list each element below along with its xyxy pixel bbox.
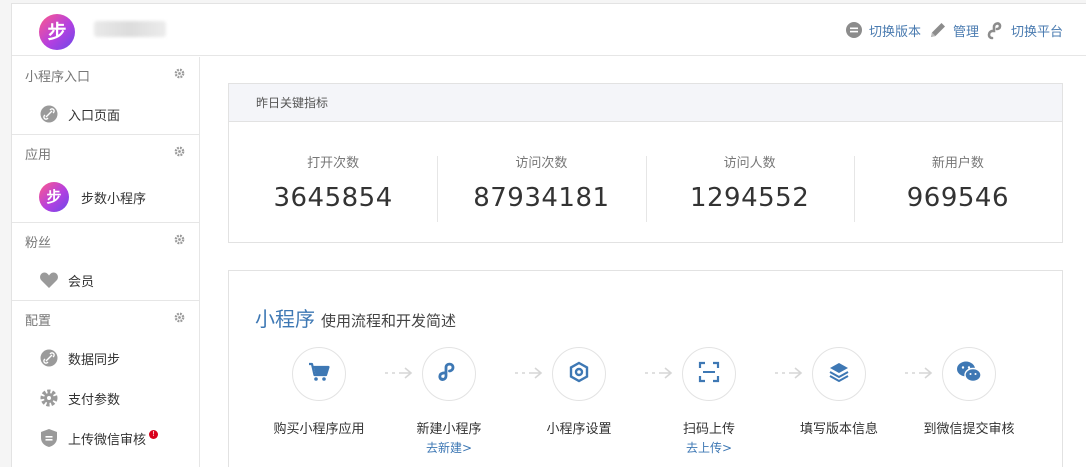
pencil-icon <box>927 19 949 41</box>
switch-version-label: 切换版本 <box>868 24 921 40</box>
metric-visitor-count: 访问人数 1294552 <box>645 152 854 222</box>
sidebar-item-label: 支付参数 <box>68 392 121 408</box>
gear-icon[interactable] <box>174 68 185 83</box>
step-submit-wechat-review[interactable]: 到微信提交审核 <box>909 347 1029 437</box>
sidebar-group-entry: 小程序入口 入口页面 <box>12 57 199 135</box>
layers-icon <box>827 360 851 388</box>
usage-flow-card: 小程序 使用流程和开发简述 购买小程序应用 新建小程序 去新建> 小程序设置 扫… <box>228 270 1063 467</box>
shield-icon <box>39 428 59 448</box>
metrics-row: 打开次数 3645854 访问次数 87934181 访问人数 1294552 … <box>229 122 1062 242</box>
sidebar-item-entry-page[interactable]: 入口页面 <box>12 94 199 134</box>
account-logo[interactable]: 步 <box>39 14 75 50</box>
link-icon <box>39 348 59 368</box>
sidebar-item-payment-params[interactable]: 支付参数 <box>12 378 199 418</box>
switch-platform-label: 切换平台 <box>1010 24 1063 40</box>
sidebar-item-members[interactable]: 会员 <box>12 260 199 300</box>
step-mini-program-settings[interactable]: 小程序设置 <box>519 347 639 437</box>
cart-icon <box>308 362 330 386</box>
step-buy-app[interactable]: 购买小程序应用 <box>259 347 379 437</box>
metric-open-count: 打开次数 3645854 <box>229 152 437 213</box>
metric-label: 访问次数 <box>515 155 568 171</box>
step-name: 新建小程序 <box>416 422 482 437</box>
metric-new-users: 新用户数 969546 <box>853 152 1062 222</box>
sidebar-group-config: 配置 数据同步 支付参数 上传微信审核 ! <box>12 301 199 458</box>
sidebar-group-header: 应用 <box>12 135 199 172</box>
gear-icon <box>39 388 59 408</box>
sidebar-item-steps-app[interactable]: 步 步数小程序 <box>12 172 199 222</box>
flow-title-sub: 使用流程和开发简述 <box>321 312 457 330</box>
app-window: 步 切换版本 管理 切换平台 小程序入口 入口页面 应用 步 步数小程序 粉丝 … <box>11 3 1086 467</box>
link-icon <box>985 19 1007 41</box>
switch-platform-button[interactable]: 切换平台 <box>985 19 1063 41</box>
flow-title-main: 小程序 <box>255 307 315 331</box>
heart-icon <box>39 270 59 290</box>
link-icon <box>39 104 59 124</box>
metric-label: 访问人数 <box>723 155 776 171</box>
gear-icon[interactable] <box>174 146 185 161</box>
step-icon-circle <box>552 347 606 401</box>
metric-value: 3645854 <box>273 182 393 213</box>
sidebar-item-upload-review[interactable]: 上传微信审核 ! <box>12 418 199 458</box>
step-name: 扫码上传 <box>682 422 735 437</box>
step-scan-upload[interactable]: 扫码上传 去上传> <box>649 347 769 456</box>
metric-label: 新用户数 <box>931 155 984 171</box>
manage-label: 管理 <box>952 24 979 40</box>
app-logo: 步 <box>39 182 69 212</box>
step-name: 填写版本信息 <box>799 422 878 437</box>
sidebar-item-label: 步数小程序 <box>81 191 147 207</box>
metric-value: 969546 <box>906 182 1009 213</box>
step-icon-circle <box>812 347 866 401</box>
step-icon-circle <box>942 347 996 401</box>
sidebar-group-header: 配置 <box>12 301 199 338</box>
step-name: 小程序设置 <box>546 422 612 437</box>
step-icon-circle <box>422 347 476 401</box>
top-header: 步 切换版本 管理 切换平台 <box>12 4 1086 56</box>
key-metrics-card: 昨日关键指标 打开次数 3645854 访问次数 87934181 访问人数 1… <box>228 83 1063 243</box>
sidebar-item-label: 数据同步 <box>68 352 121 368</box>
gear-icon[interactable] <box>174 312 185 327</box>
account-name-blurred <box>94 21 166 37</box>
sidebar-group-apps: 应用 步 步数小程序 <box>12 135 199 223</box>
sidebar-group-title: 应用 <box>25 148 52 163</box>
alert-badge: ! <box>149 429 159 439</box>
sidebar-group-header: 小程序入口 <box>12 57 199 94</box>
step-new-mini-program[interactable]: 新建小程序 去新建> <box>389 347 509 456</box>
step-version-info[interactable]: 填写版本信息 <box>779 347 899 437</box>
sidebar-item-label: 入口页面 <box>68 108 121 124</box>
mini-program-icon <box>437 360 461 388</box>
metric-value: 87934181 <box>473 182 610 213</box>
metric-visit-count: 访问次数 87934181 <box>437 152 645 222</box>
gear-icon[interactable] <box>174 234 185 249</box>
scan-icon <box>697 360 721 388</box>
sidebar-group-title: 配置 <box>25 314 52 329</box>
switch-version-button[interactable]: 切换版本 <box>843 19 921 41</box>
step-name: 购买小程序应用 <box>273 422 365 437</box>
sidebar-item-label: 上传微信审核 <box>68 432 147 448</box>
step-icon-circle <box>292 347 346 401</box>
settings-hex-icon <box>568 361 590 387</box>
metric-value: 1294552 <box>689 182 810 213</box>
sidebar-item-data-sync[interactable]: 数据同步 <box>12 338 199 378</box>
sidebar-group-header: 粉丝 <box>12 223 199 260</box>
go-create-link[interactable]: 去新建> <box>389 439 509 456</box>
step-icon-circle <box>682 347 736 401</box>
metric-label: 打开次数 <box>307 155 360 171</box>
sidebar-group-title: 粉丝 <box>25 236 52 251</box>
sidebar-group-title: 小程序入口 <box>25 70 91 85</box>
flow-steps: 购买小程序应用 新建小程序 去新建> 小程序设置 扫码上传 去上传> 填写版本信… <box>259 347 1039 457</box>
manage-button[interactable]: 管理 <box>927 19 979 41</box>
sidebar-group-fans: 粉丝 会员 <box>12 223 199 301</box>
header-actions: 切换版本 管理 切换平台 <box>837 18 1063 42</box>
sidebar-item-label: 会员 <box>68 274 95 290</box>
go-upload-link[interactable]: 去上传> <box>649 439 769 456</box>
flow-title: 小程序 使用流程和开发简述 <box>255 303 456 332</box>
app-logo-icon: 步 <box>39 182 69 212</box>
key-metrics-title: 昨日关键指标 <box>229 84 1062 122</box>
wechat-icon <box>955 360 983 388</box>
switch-version-icon <box>843 19 865 41</box>
step-name: 到微信提交审核 <box>923 422 1015 437</box>
sidebar: 小程序入口 入口页面 应用 步 步数小程序 粉丝 会员 配置 数据同步 支付参数… <box>12 57 200 467</box>
